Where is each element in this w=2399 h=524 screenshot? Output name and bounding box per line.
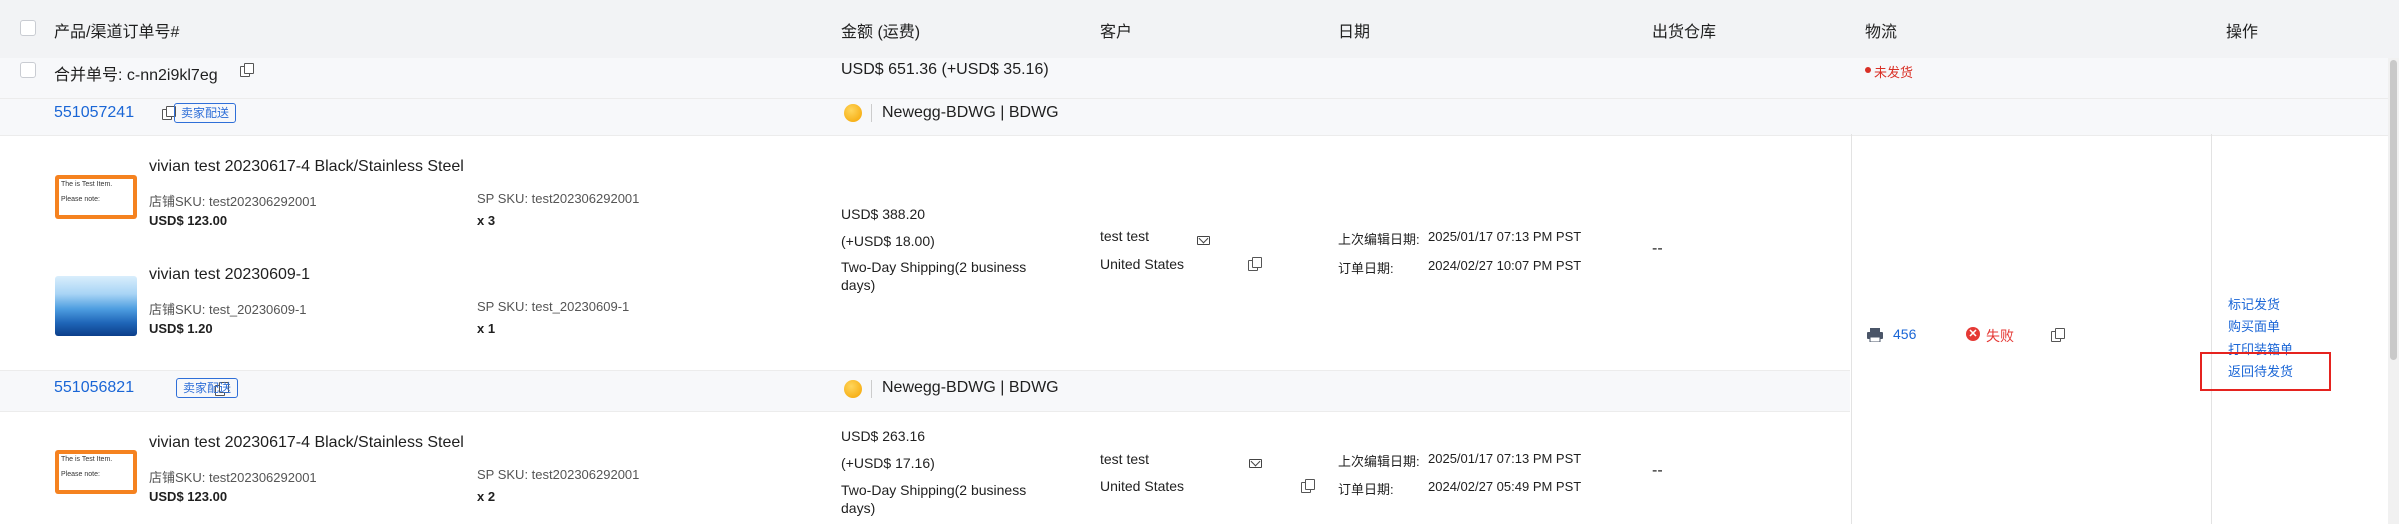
sp-sku: SP SKU: test202306292001 xyxy=(477,467,640,482)
mark-shipped-link[interactable]: 标记发货 xyxy=(2228,294,2280,313)
copy-icon[interactable] xyxy=(1300,479,1315,493)
vertical-scrollbar[interactable] xyxy=(2388,58,2399,524)
order-date: 2024/02/27 10:07 PM PST xyxy=(1428,258,1582,273)
product-quantity: x 2 xyxy=(477,489,496,504)
product-thumbnail: The is Test Item. Please note: xyxy=(55,175,137,219)
edit-date: 2025/01/17 07:13 PM PST xyxy=(1428,451,1582,466)
col-header-logistics: 物流 xyxy=(1865,24,1898,41)
shipping-method-cont: days) xyxy=(841,500,876,516)
edit-date-label: 上次编辑日期: xyxy=(1338,454,1420,469)
store-name: Newegg-BDWG | BDWG xyxy=(882,104,1059,121)
shipping-status-badge: 未发货 xyxy=(1874,65,1914,80)
store-logo-icon xyxy=(844,104,862,122)
product-thumbnail: The is Test Item. Please note: xyxy=(55,450,137,494)
order-amount: USD$ 388.20 xyxy=(841,206,926,222)
cell-divider xyxy=(2211,134,2212,524)
col-header-actions: 操作 xyxy=(2226,24,2259,41)
shipping-method: Two-Day Shipping(2 business xyxy=(841,482,1027,498)
product-quantity: x 3 xyxy=(477,213,496,228)
printer-icon xyxy=(1867,328,1883,342)
divider xyxy=(871,104,872,122)
order-subheader xyxy=(0,98,2388,136)
scrollbar-thumb[interactable] xyxy=(2390,60,2397,360)
logistics-status: 失败 xyxy=(1986,328,2014,344)
product-title[interactable]: vivian test 20230617-4 Black/Stainless S… xyxy=(149,158,464,176)
product-thumbnail xyxy=(55,276,137,336)
select-all-checkbox[interactable] xyxy=(20,20,36,36)
col-header-customer: 客户 xyxy=(1100,24,1133,41)
table-header xyxy=(0,0,2399,58)
product-title[interactable]: vivian test 20230617-4 Black/Stainless S… xyxy=(149,434,464,452)
col-header-amount: 金额 (运费) xyxy=(841,24,921,41)
merge-row-checkbox[interactable] xyxy=(20,62,36,78)
store-sku: 店铺SKU: test202306292001 xyxy=(149,194,317,209)
store-logo-icon xyxy=(844,380,862,398)
buy-label-link[interactable]: 购买面单 xyxy=(2228,316,2280,335)
order-number-link[interactable]: 551057241 xyxy=(54,104,134,122)
merge-row xyxy=(0,58,2388,99)
customer-name: test test xyxy=(1100,451,1150,467)
product-price: USD$ 123.00 xyxy=(149,213,228,228)
copy-icon[interactable] xyxy=(2051,328,2066,342)
merge-total: USD$ 651.36 (+USD$ 35.16) xyxy=(841,61,1049,78)
mail-icon[interactable] xyxy=(1196,236,1210,246)
shipping-method: Two-Day Shipping(2 business xyxy=(841,259,1027,275)
edit-date-label: 上次编辑日期: xyxy=(1338,232,1420,247)
edit-date: 2025/01/17 07:13 PM PST xyxy=(1428,229,1582,244)
sp-sku: SP SKU: test_20230609-1 xyxy=(477,299,630,314)
store-sku: 店铺SKU: test_20230609-1 xyxy=(149,302,307,317)
customer-name: test test xyxy=(1100,228,1150,244)
fail-icon: ✕ xyxy=(1966,327,1980,341)
highlight-box xyxy=(2200,352,2331,391)
product-quantity: x 1 xyxy=(477,321,496,336)
copy-icon[interactable] xyxy=(240,63,254,77)
product-price: USD$ 123.00 xyxy=(149,489,228,504)
order-date: 2024/02/27 05:49 PM PST xyxy=(1428,479,1582,494)
sp-sku: SP SKU: test202306292001 xyxy=(477,191,640,206)
store-sku: 店铺SKU: test202306292001 xyxy=(149,470,317,485)
store-name: Newegg-BDWG | BDWG xyxy=(882,379,1059,396)
shipping-fee: (+USD$ 18.00) xyxy=(841,233,935,249)
col-header-product: 产品/渠道订单号# xyxy=(54,24,180,41)
copy-icon[interactable] xyxy=(1248,257,1263,271)
order-date-label: 订单日期: xyxy=(1338,482,1394,497)
status-dot-icon xyxy=(1865,67,1871,73)
order-number-link[interactable]: 551056821 xyxy=(54,379,134,397)
mail-icon[interactable] xyxy=(1249,459,1263,469)
merge-order-label: 合并单号: c-nn2i9kl7eg xyxy=(54,67,218,84)
divider xyxy=(871,380,872,398)
col-header-warehouse: 出货仓库 xyxy=(1652,24,1717,41)
shipping-fee: (+USD$ 17.16) xyxy=(841,455,935,471)
customer-country: United States xyxy=(1100,478,1185,494)
order-date-label: 订单日期: xyxy=(1338,261,1394,276)
cell-divider xyxy=(1851,134,1852,524)
warehouse-value: -- xyxy=(1652,240,1663,257)
customer-country: United States xyxy=(1100,256,1185,272)
col-header-date: 日期 xyxy=(1338,24,1371,41)
fulfillment-tag: 卖家配送 xyxy=(174,103,237,123)
fulfillment-tag: 卖家配送 xyxy=(176,378,239,398)
order-amount: USD$ 263.16 xyxy=(841,428,926,444)
tracking-number-link[interactable]: 456 xyxy=(1893,326,1916,342)
product-title[interactable]: vivian test 20230609-1 xyxy=(149,266,310,284)
product-price: USD$ 1.20 xyxy=(149,321,213,336)
shipping-method-cont: days) xyxy=(841,277,876,293)
warehouse-value: -- xyxy=(1652,462,1663,479)
